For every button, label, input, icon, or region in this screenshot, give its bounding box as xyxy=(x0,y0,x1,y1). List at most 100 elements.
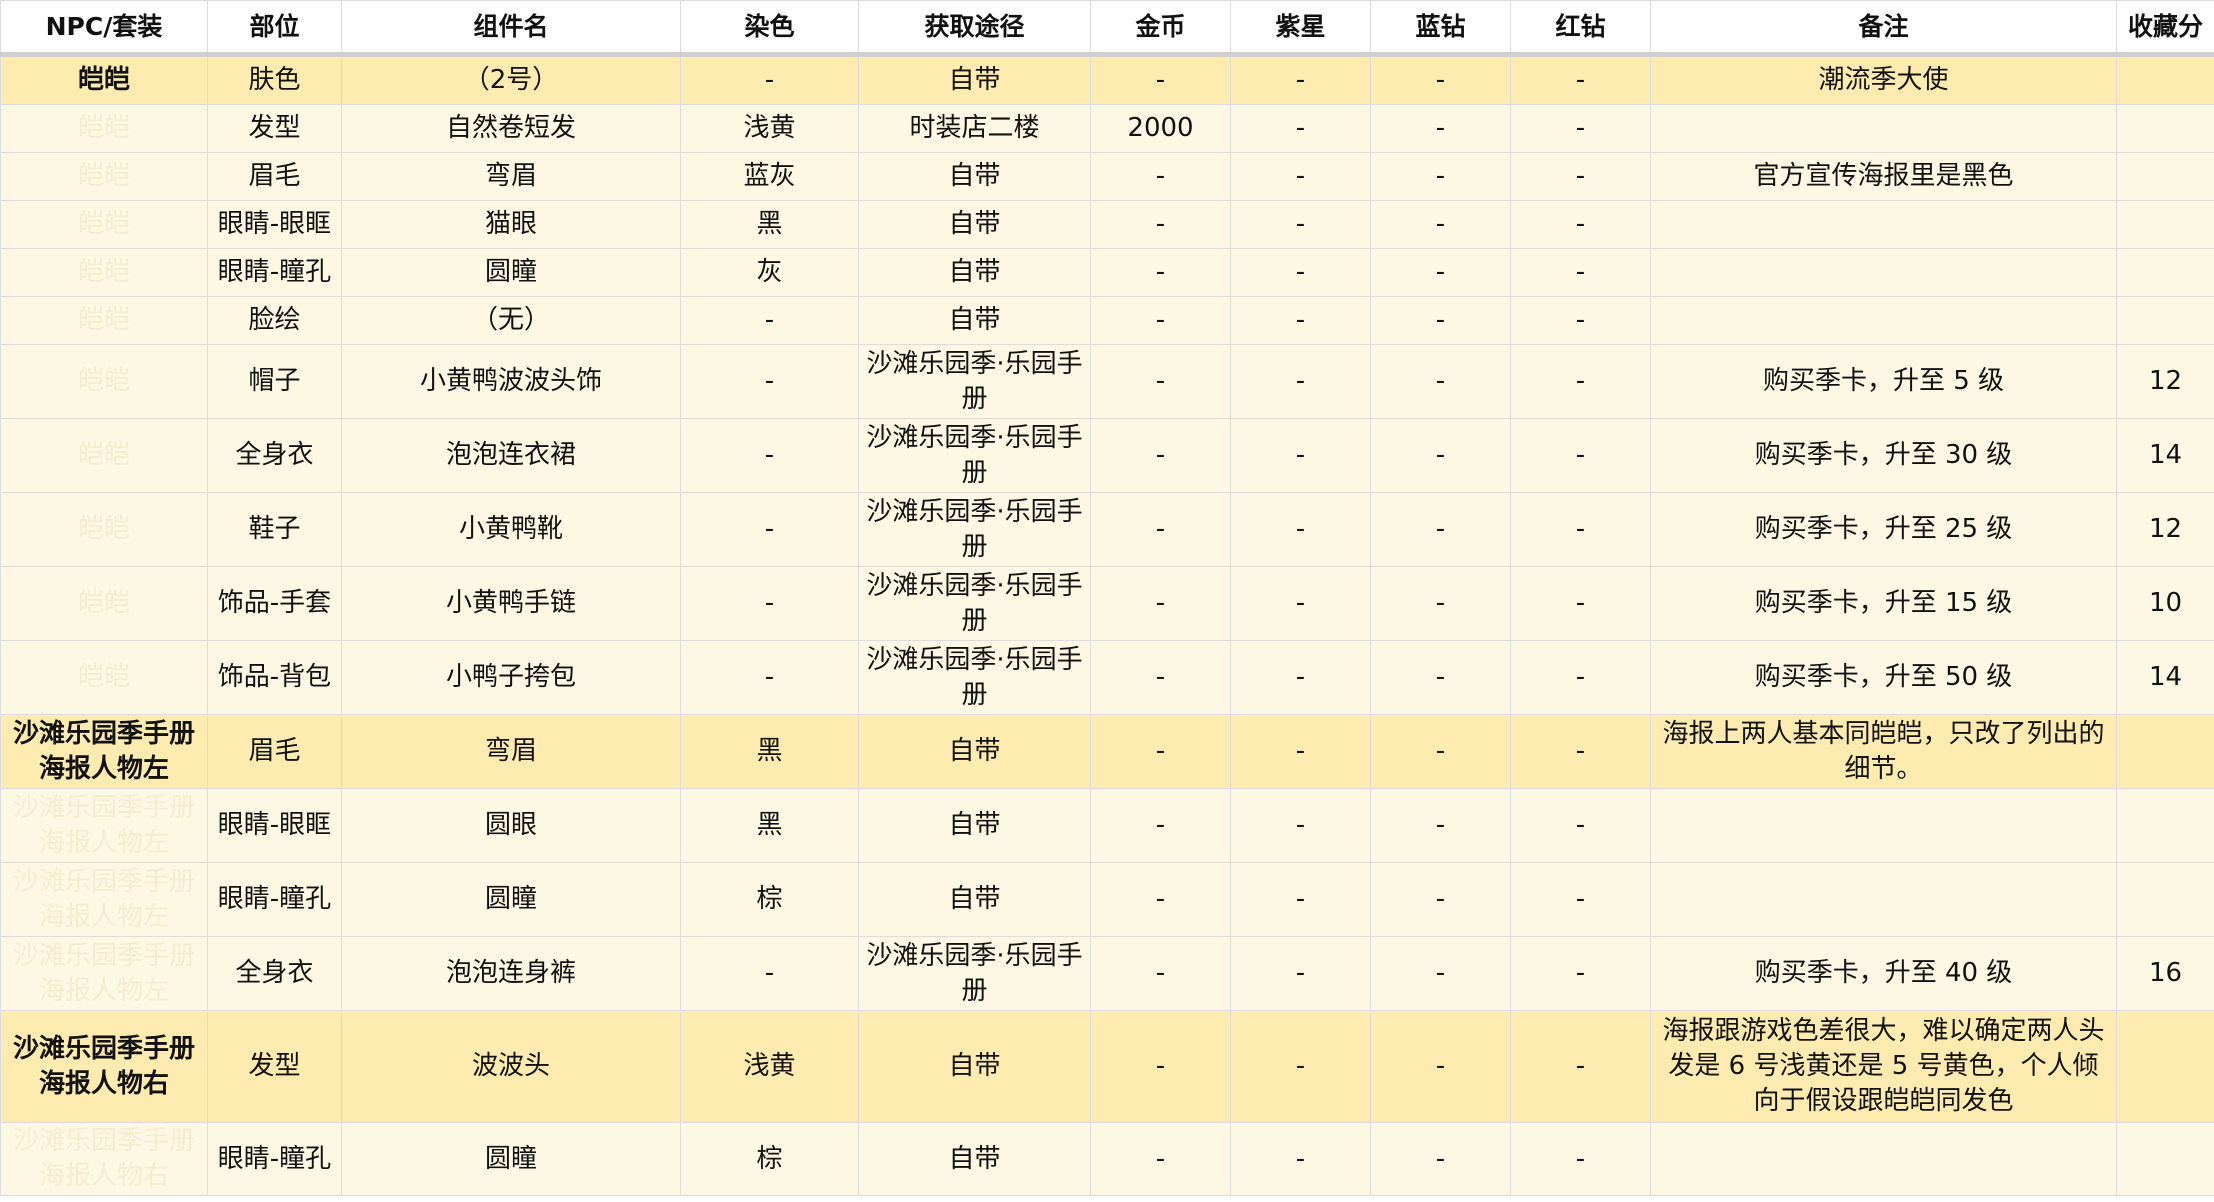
cell-dye[interactable]: 蓝灰 xyxy=(680,152,859,201)
cell-purple-star[interactable]: - xyxy=(1230,200,1371,249)
cell-part[interactable]: 帽子 xyxy=(207,344,342,419)
cell-note[interactable] xyxy=(1650,248,2117,297)
cell-score[interactable] xyxy=(2116,248,2214,297)
cell-gold[interactable]: - xyxy=(1090,492,1231,567)
cell-gold[interactable]: - xyxy=(1090,248,1231,297)
cell-npc[interactable]: 皑皑 xyxy=(0,640,208,715)
cell-dye[interactable]: 浅黄 xyxy=(680,1010,859,1123)
cell-red-diamond[interactable]: - xyxy=(1510,344,1651,419)
cell-note[interactable]: 购买季卡，升至 50 级 xyxy=(1650,640,2117,715)
cell-source[interactable]: 自带 xyxy=(858,248,1091,297)
cell-npc[interactable]: 沙滩乐园季手册海报人物左 xyxy=(0,788,208,863)
cell-part[interactable]: 发型 xyxy=(207,104,342,153)
cell-gold[interactable]: - xyxy=(1090,936,1231,1011)
cell-red-diamond[interactable]: - xyxy=(1510,936,1651,1011)
cell-npc[interactable]: 皑皑 xyxy=(0,200,208,249)
cell-score[interactable]: 14 xyxy=(2116,418,2214,493)
cell-source[interactable]: 自带 xyxy=(858,1122,1091,1196)
cell-blue-diamond[interactable]: - xyxy=(1370,1122,1511,1196)
cell-red-diamond[interactable]: - xyxy=(1510,418,1651,493)
cell-source[interactable]: 自带 xyxy=(858,714,1091,789)
cell-red-diamond[interactable]: - xyxy=(1510,104,1651,153)
cell-blue-diamond[interactable]: - xyxy=(1370,248,1511,297)
cell-note[interactable]: 购买季卡，升至 30 级 xyxy=(1650,418,2117,493)
cell-note[interactable]: 购买季卡，升至 40 级 xyxy=(1650,936,2117,1011)
cell-dye[interactable]: 浅黄 xyxy=(680,104,859,153)
cell-npc[interactable]: 沙滩乐园季手册海报人物左 xyxy=(0,936,208,1011)
cell-source[interactable]: 沙滩乐园季·乐园手册 xyxy=(858,344,1091,419)
cell-npc[interactable]: 皑皑 xyxy=(0,418,208,493)
cell-note[interactable] xyxy=(1650,104,2117,153)
cell-red-diamond[interactable]: - xyxy=(1510,54,1651,105)
cell-note[interactable] xyxy=(1650,788,2117,863)
cell-blue-diamond[interactable]: - xyxy=(1370,200,1511,249)
cell-blue-diamond[interactable]: - xyxy=(1370,936,1511,1011)
cell-purple-star[interactable]: - xyxy=(1230,1010,1371,1123)
cell-source[interactable]: 自带 xyxy=(858,1010,1091,1123)
cell-component[interactable]: 弯眉 xyxy=(341,714,681,789)
cell-note[interactable] xyxy=(1650,296,2117,345)
cell-source[interactable]: 沙滩乐园季·乐园手册 xyxy=(858,492,1091,567)
cell-source[interactable]: 自带 xyxy=(858,152,1091,201)
cell-source[interactable]: 自带 xyxy=(858,862,1091,937)
cell-gold[interactable]: - xyxy=(1090,714,1231,789)
cell-dye[interactable]: - xyxy=(680,566,859,641)
cell-npc[interactable]: 沙滩乐园季手册海报人物右 xyxy=(0,1122,208,1196)
cell-component[interactable]: 小黄鸭靴 xyxy=(341,492,681,567)
cell-source[interactable]: 自带 xyxy=(858,54,1091,105)
cell-gold[interactable]: - xyxy=(1090,54,1231,105)
cell-red-diamond[interactable]: - xyxy=(1510,1122,1651,1196)
cell-note[interactable]: 购买季卡，升至 5 级 xyxy=(1650,344,2117,419)
cell-part[interactable]: 眼睛-瞳孔 xyxy=(207,1122,342,1196)
cell-component[interactable]: 圆瞳 xyxy=(341,248,681,297)
cell-red-diamond[interactable]: - xyxy=(1510,788,1651,863)
cell-dye[interactable]: 黑 xyxy=(680,788,859,863)
cell-note[interactable] xyxy=(1650,862,2117,937)
cell-part[interactable]: 脸绘 xyxy=(207,296,342,345)
cell-blue-diamond[interactable]: - xyxy=(1370,1010,1511,1123)
cell-component[interactable]: 波波头 xyxy=(341,1010,681,1123)
cell-part[interactable]: 全身衣 xyxy=(207,418,342,493)
cell-part[interactable]: 肤色 xyxy=(207,54,342,105)
cell-part[interactable]: 鞋子 xyxy=(207,492,342,567)
cell-note[interactable]: 购买季卡，升至 25 级 xyxy=(1650,492,2117,567)
cell-purple-star[interactable]: - xyxy=(1230,1122,1371,1196)
cell-purple-star[interactable]: - xyxy=(1230,54,1371,105)
cell-gold[interactable]: - xyxy=(1090,1122,1231,1196)
cell-source[interactable]: 沙滩乐园季·乐园手册 xyxy=(858,640,1091,715)
cell-part[interactable]: 饰品-背包 xyxy=(207,640,342,715)
cell-npc[interactable]: 皑皑 xyxy=(0,248,208,297)
cell-gold[interactable]: - xyxy=(1090,788,1231,863)
cell-purple-star[interactable]: - xyxy=(1230,344,1371,419)
cell-component[interactable]: 猫眼 xyxy=(341,200,681,249)
cell-part[interactable]: 眼睛-眼眶 xyxy=(207,200,342,249)
cell-blue-diamond[interactable]: - xyxy=(1370,344,1511,419)
cell-red-diamond[interactable]: - xyxy=(1510,296,1651,345)
cell-component[interactable]: 圆眼 xyxy=(341,788,681,863)
cell-part[interactable]: 眉毛 xyxy=(207,152,342,201)
cell-red-diamond[interactable]: - xyxy=(1510,200,1651,249)
cell-component[interactable]: （无） xyxy=(341,296,681,345)
cell-component[interactable]: 弯眉 xyxy=(341,152,681,201)
cell-npc[interactable]: 皑皑 xyxy=(0,54,208,105)
cell-source[interactable]: 沙滩乐园季·乐园手册 xyxy=(858,418,1091,493)
cell-gold[interactable]: - xyxy=(1090,418,1231,493)
cell-score[interactable] xyxy=(2116,788,2214,863)
cell-part[interactable]: 眉毛 xyxy=(207,714,342,789)
cell-component[interactable]: 圆瞳 xyxy=(341,1122,681,1196)
cell-component[interactable]: （2号） xyxy=(341,54,681,105)
cell-npc[interactable]: 皑皑 xyxy=(0,566,208,641)
cell-component[interactable]: 泡泡连身裤 xyxy=(341,936,681,1011)
cell-score[interactable] xyxy=(2116,152,2214,201)
cell-note[interactable]: 官方宣传海报里是黑色 xyxy=(1650,152,2117,201)
cell-blue-diamond[interactable]: - xyxy=(1370,714,1511,789)
cell-score[interactable] xyxy=(2116,1010,2214,1123)
cell-blue-diamond[interactable]: - xyxy=(1370,640,1511,715)
cell-score[interactable] xyxy=(2116,104,2214,153)
cell-gold[interactable]: - xyxy=(1090,200,1231,249)
cell-blue-diamond[interactable]: - xyxy=(1370,418,1511,493)
cell-score[interactable] xyxy=(2116,54,2214,105)
cell-purple-star[interactable]: - xyxy=(1230,788,1371,863)
cell-source[interactable]: 沙滩乐园季·乐园手册 xyxy=(858,936,1091,1011)
cell-note[interactable]: 海报上两人基本同皑皑，只改了列出的细节。 xyxy=(1650,714,2117,789)
